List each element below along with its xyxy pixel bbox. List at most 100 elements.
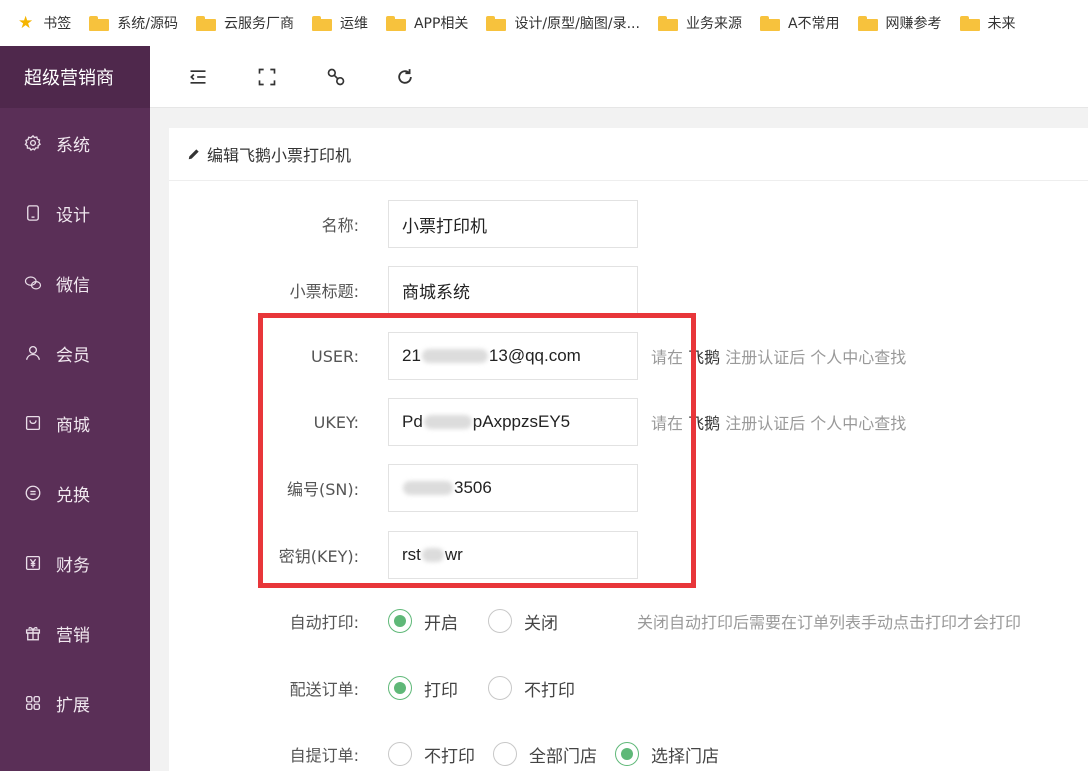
auto-print-hint: 关闭自动打印后需要在订单列表手动点击打印才会打印 (637, 613, 1022, 632)
value-visible-end: pAxppzsEY5 (472, 412, 571, 431)
redacted-blur (421, 349, 488, 363)
bookmark-label: 云服务厂商 (223, 16, 294, 32)
radio-auto-print-on[interactable]: 开启 (388, 609, 458, 634)
sidebar-item-system[interactable]: 系统 (0, 108, 150, 178)
collapse-menu-button[interactable] (186, 65, 210, 89)
redacted-blur (423, 415, 472, 429)
bookmark-label: A不常用 (787, 16, 840, 32)
sn-input[interactable]: 3506 (388, 464, 638, 512)
redacted-blur (403, 481, 453, 495)
key-input[interactable]: rst wr (388, 531, 638, 579)
hint-text: 注册认证后 个人中心查找 (725, 414, 907, 433)
gift-icon (25, 626, 41, 641)
top-toolbar (150, 46, 1088, 108)
hint-text: 请在 (651, 348, 684, 367)
bookmark-folder[interactable]: 网赚参考 (857, 13, 942, 33)
radio-label: 全部门店 (529, 746, 597, 767)
radio-label: 选择门店 (651, 746, 719, 767)
redacted-blur (421, 548, 444, 562)
sidebar-item-member[interactable]: 会员 (0, 318, 150, 388)
radio-label: 开启 (424, 613, 458, 634)
ukey-input[interactable]: Pd pAxppzsEY5 (388, 398, 638, 446)
hint-text: 注册认证后 个人中心查找 (725, 348, 907, 367)
star-icon: ★ (18, 12, 34, 33)
sidebar-item-label: 系统 (56, 135, 90, 156)
sidebar-item-wechat[interactable]: 微信 (0, 248, 150, 318)
value-visible-start: rst (402, 545, 421, 564)
radio-delivery-print[interactable]: 打印 (388, 676, 458, 701)
edit-printer-panel: 编辑飞鹅小票打印机 名称: 小票打印机 小票标题: 商城系统 USER: 21 1… (169, 128, 1088, 771)
form-row-pickup-order: 自提订单: 不打印 全部门店 选择门店 (169, 730, 1088, 771)
bookmark-star[interactable]: ★ 书签 (18, 13, 71, 33)
form-row-delivery-order: 配送订单: 打印 不打印 (169, 664, 1088, 712)
radio-pickup-all-stores[interactable]: 全部门店 (493, 742, 597, 767)
auto-print-radio-group: 开启 关闭 (388, 609, 588, 634)
form-row-sn: 编号(SN): 3506 (169, 464, 1088, 512)
bookmark-folder[interactable]: 业务来源 (657, 13, 742, 33)
bookmark-label: 业务来源 (685, 16, 742, 32)
sidebar-item-exchange[interactable]: 兑换 (0, 458, 150, 528)
form-row-name: 名称: 小票打印机 (169, 200, 1088, 248)
radio-delivery-no-print[interactable]: 不打印 (488, 676, 575, 701)
form-row-auto-print: 自动打印: 开启 关闭 关闭自动打印后需要在订单列表手动点击打印才会打印 (169, 597, 1088, 645)
hint-text: 请在 (651, 414, 684, 433)
sidebar-item-extend[interactable]: 扩展 (0, 668, 150, 738)
field-label: 编号(SN): (286, 480, 359, 499)
radio-checked-icon (388, 676, 412, 700)
bookmark-folder[interactable]: 系统/源码 (89, 13, 178, 33)
bookmark-folder[interactable]: APP相关 (385, 13, 468, 33)
bookmark-label: 书签 (43, 16, 72, 32)
bookmark-label: 未来 (987, 16, 1016, 32)
radio-unchecked-icon (488, 676, 512, 700)
yen-icon (25, 555, 41, 571)
folder-icon (385, 15, 406, 31)
folder-icon (759, 15, 780, 31)
folder-icon (857, 15, 878, 31)
folder-icon (311, 15, 332, 31)
folder-icon (959, 15, 980, 31)
radio-auto-print-off[interactable]: 关闭 (488, 609, 558, 634)
radio-label: 打印 (424, 680, 458, 701)
sidebar-item-marketing[interactable]: 营销 (0, 598, 150, 668)
sidebar-item-label: 设计 (56, 205, 90, 226)
ticket-title-input[interactable]: 商城系统 (388, 266, 638, 314)
sidebar-item-finance[interactable]: 财务 (0, 528, 150, 598)
bookmark-folder[interactable]: 设计/原型/脑图/录... (486, 13, 640, 33)
sidebar: 超级营销商 系统 设计 微信 会员 商城 兑换 财务 营销 扩展 (0, 46, 150, 771)
wechat-icon (24, 276, 42, 290)
sidebar-item-label: 微信 (56, 275, 90, 296)
link-icon (327, 68, 345, 85)
user-input[interactable]: 21 13@qq.com (388, 332, 638, 380)
grid-icon (25, 695, 41, 711)
radio-checked-icon (388, 609, 412, 633)
refresh-button[interactable] (393, 65, 417, 89)
radio-pickup-no-print[interactable]: 不打印 (388, 742, 475, 767)
tablet-icon (27, 205, 39, 221)
bookmark-label: 系统/源码 (117, 16, 178, 32)
bookmarks-bar: ★ 书签 系统/源码 云服务厂商 运维 APP相关 设计/原型/脑图/录... 业… (0, 0, 1088, 46)
fullscreen-icon (258, 68, 276, 85)
radio-pickup-select-store[interactable]: 选择门店 (615, 742, 719, 767)
name-input[interactable]: 小票打印机 (388, 200, 638, 248)
form-row-user: USER: 21 13@qq.com 请在 飞鹅 注册认证后 个人中心查找 (169, 332, 1088, 380)
fullscreen-button[interactable] (255, 65, 279, 89)
sidebar-item-label: 商城 (56, 415, 90, 436)
user-icon (25, 345, 41, 360)
sidebar-item-design[interactable]: 设计 (0, 178, 150, 248)
sidebar-item-shop[interactable]: 商城 (0, 388, 150, 458)
field-label: USER: (311, 346, 359, 366)
radio-label: 不打印 (524, 680, 575, 701)
link-button[interactable] (324, 65, 348, 89)
bookmark-folder[interactable]: 运维 (311, 13, 368, 33)
form-row-ticket-title: 小票标题: 商城系统 (169, 266, 1088, 314)
feie-link[interactable]: 飞鹅 (688, 348, 720, 367)
bookmark-folder[interactable]: A不常用 (759, 13, 840, 33)
bookmark-folder[interactable]: 未来 (959, 13, 1016, 33)
sidebar-item-label: 营销 (56, 625, 90, 646)
field-label: 自提订单: (289, 746, 359, 765)
radio-unchecked-icon (488, 609, 512, 633)
field-label: 自动打印: (289, 613, 359, 632)
sidebar-item-label: 财务 (56, 555, 90, 576)
feie-link[interactable]: 飞鹅 (688, 414, 720, 433)
bookmark-folder[interactable]: 云服务厂商 (195, 13, 294, 33)
